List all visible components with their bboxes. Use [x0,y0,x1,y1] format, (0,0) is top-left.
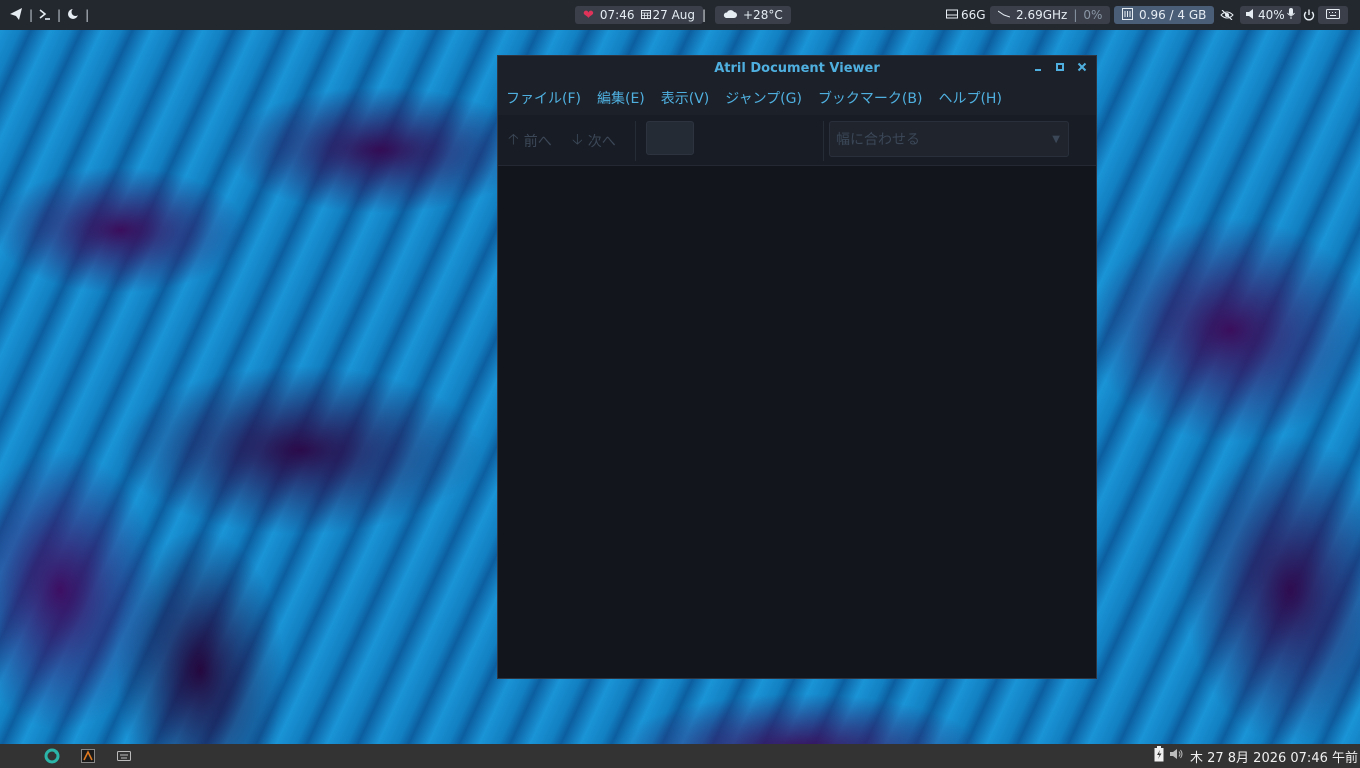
zoom-select[interactable]: 幅に合わせる ▼ [829,121,1069,157]
drive-icon [946,8,958,22]
next-page-label: 次へ [587,134,616,150]
document-area[interactable] [498,166,1096,678]
moon-icon[interactable] [67,7,80,23]
power-icon[interactable] [1303,6,1315,24]
memory-usage: 0.96 / 4 GB [1139,8,1207,22]
memory-icon [1122,7,1133,23]
bottom-panel: 木 27 8月 2026 07:46 午前 [0,744,1360,768]
disk-widget[interactable]: 66G [946,6,986,24]
terminal-icon[interactable] [39,8,51,23]
menu-help[interactable]: ヘルプ(H) [938,88,1001,108]
speaker-icon[interactable] [1169,748,1184,764]
atril-window: Atril Document Viewer ファイル(F) 編集(E) 表示(V… [497,55,1097,679]
atril-app-icon[interactable] [80,748,96,764]
menu-go[interactable]: ジャンプ(G) [725,88,802,108]
disk-free: 66G [961,8,986,22]
zoom-select-value: 幅に合わせる [836,132,920,148]
cloud-icon [723,8,737,22]
separator: | [702,8,707,22]
separator: | [85,8,90,22]
send-icon[interactable] [10,7,23,23]
toolbar-separator [635,121,636,161]
separator: | [57,8,62,22]
separator: | [29,8,34,22]
clock-date: 27 Aug [652,8,696,22]
cpu-widget[interactable]: 2.69GHz | 0% [990,6,1111,24]
window-titlebar[interactable]: Atril Document Viewer [498,56,1096,81]
menu-file[interactable]: ファイル(F) [506,88,581,108]
top-panel-launchers: | | | [10,0,89,30]
volume-level: 40% [1258,8,1285,22]
clock-widget[interactable]: ❤ 07:46 27 Aug [575,6,704,24]
previous-page-label: 前へ [523,134,552,150]
arrow-down-icon: 🡣 [572,129,583,148]
menu-view[interactable]: 表示(V) [661,88,710,108]
maximize-icon[interactable] [1052,60,1068,76]
system-clock[interactable]: 木 27 8月 2026 07:46 午前 [1190,747,1358,766]
top-panel: | | | ❤ 07:46 27 Aug | +28°C 66G 2.69GHz… [0,0,1360,30]
toolbar-separator [823,121,824,161]
page-number-input[interactable] [646,121,694,155]
weather-widget[interactable]: +28°C [715,6,791,24]
cpu-graph-icon [997,8,1011,22]
volume-widget[interactable]: 40% [1240,6,1301,24]
menu-bookmarks[interactable]: ブックマーク(B) [818,88,923,108]
menu-bar: ファイル(F) 編集(E) 表示(V) ジャンプ(G) ブックマーク(B) ヘル… [498,81,1096,115]
calendar-icon [640,8,651,22]
separator: | [1073,8,1078,22]
speaker-icon [1246,8,1256,22]
toolbar: 🡡 前へ 🡣 次へ 幅に合わせる ▼ [498,115,1096,166]
weather-temp: +28°C [743,8,783,22]
window-title: Atril Document Viewer [714,61,880,76]
keyboard-widget[interactable] [1318,6,1348,24]
keyboard-app-icon[interactable] [116,748,132,764]
cpu-frequency: 2.69GHz [1016,8,1068,22]
heart-icon: ❤ [583,7,594,23]
next-page-button[interactable]: 🡣 次へ [572,123,616,159]
minimize-icon[interactable] [1030,60,1046,76]
cpu-usage: 0% [1083,8,1103,22]
refresh-app-icon[interactable] [44,748,60,764]
eye-off-icon[interactable] [1220,6,1234,24]
memory-widget[interactable]: 0.96 / 4 GB [1114,6,1215,24]
microphone-icon [1286,8,1295,22]
chevron-down-icon: ▼ [1052,134,1060,145]
close-icon[interactable] [1074,60,1090,76]
tray-area: 木 27 8月 2026 07:46 午前 [1154,744,1358,768]
arrow-up-icon: 🡡 [508,129,519,148]
previous-page-button[interactable]: 🡡 前へ [508,123,552,159]
battery-charging-icon[interactable] [1154,746,1164,766]
keyboard-icon [1326,8,1340,22]
menu-edit[interactable]: 編集(E) [597,88,645,108]
clock-time: 07:46 [599,8,635,22]
